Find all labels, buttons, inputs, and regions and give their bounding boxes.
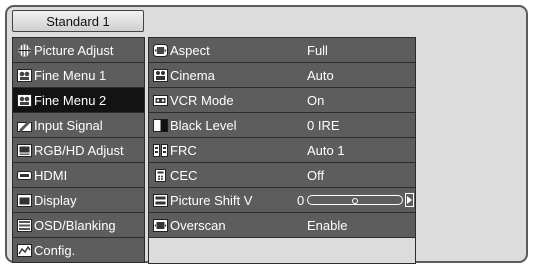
submenu-empty-area [149, 238, 415, 263]
vcr-mode-icon [152, 93, 168, 107]
sidebar-item-osd-blanking[interactable]: OSD/Blanking [13, 213, 144, 238]
submenu-row-cec[interactable]: CEC Off [149, 163, 415, 188]
fine-menu-icon [16, 93, 32, 107]
sidebar-item-config[interactable]: Config. [13, 238, 144, 262]
sidebar-item-fine-menu-1[interactable]: Fine Menu 1 [13, 63, 144, 88]
submenu-label: FRC [170, 142, 197, 158]
sidebar-item-label: HDMI [34, 167, 68, 183]
submenu-value: Auto [307, 67, 334, 83]
submenu-row-vcr-mode[interactable]: VCR Mode On [149, 88, 415, 113]
hdmi-icon [16, 168, 32, 182]
config-icon [16, 243, 32, 257]
sidebar-item-label: RGB/HD Adjust [34, 142, 124, 158]
rgb-hd-adjust-icon [16, 143, 32, 157]
submenu-label: CEC [170, 167, 198, 183]
sidebar-item-label: Input Signal [34, 117, 103, 133]
sidebar-item-label: Config. [34, 242, 76, 258]
submenu-value: Auto 1 [307, 142, 345, 158]
picture-adjust-icon [16, 43, 32, 57]
profile-button-label: Standard 1 [46, 13, 110, 29]
submenu-row-cinema[interactable]: Cinema Auto [149, 63, 415, 88]
overscan-icon [152, 218, 168, 232]
input-signal-icon [16, 118, 32, 132]
sidebar-item-display[interactable]: Display [13, 188, 144, 213]
submenu-label: Picture Shift V [170, 192, 253, 208]
submenu-label: Overscan [170, 217, 226, 233]
cec-icon [152, 168, 168, 182]
osd-blanking-icon [16, 218, 32, 232]
cinema-icon [152, 68, 168, 82]
aspect-icon [152, 43, 168, 57]
sidebar-item-input-signal[interactable]: Input Signal [13, 113, 144, 138]
slider-right-arrow[interactable] [405, 193, 414, 207]
sidebar-item-label: OSD/Blanking [34, 217, 116, 233]
main-menu-sidebar: Picture Adjust Fine Menu 1 Fine Menu 2 I… [12, 37, 145, 263]
submenu-row-aspect[interactable]: Aspect Full [149, 38, 415, 63]
sidebar-item-label: Fine Menu 1 [34, 67, 107, 83]
submenu-row-picture-shift-v[interactable]: Picture Shift V 0 [149, 188, 415, 213]
sidebar-item-label: Picture Adjust [34, 42, 114, 58]
fine-menu-icon [16, 68, 32, 82]
sidebar-item-picture-adjust[interactable]: Picture Adjust [13, 38, 144, 63]
picture-shift-slider[interactable] [307, 195, 403, 205]
picture-shift-icon [152, 193, 168, 207]
submenu-value: Off [307, 167, 325, 183]
black-level-icon [152, 118, 168, 132]
slider-value: 0 [297, 192, 305, 208]
fine-menu-2-panel: Aspect Full Cinema Auto VCR Mode On Blac… [148, 37, 416, 264]
display-icon [16, 193, 32, 207]
submenu-row-overscan[interactable]: Overscan Enable [149, 213, 415, 238]
sidebar-item-fine-menu-2[interactable]: Fine Menu 2 [13, 88, 144, 113]
sidebar-item-rgb-hd-adjust[interactable]: RGB/HD Adjust [13, 138, 144, 163]
submenu-value: 0 IRE [307, 117, 340, 133]
submenu-label: Aspect [170, 42, 210, 58]
submenu-row-frc[interactable]: FRC Auto 1 [149, 138, 415, 163]
submenu-label: Cinema [170, 67, 215, 83]
submenu-label: VCR Mode [170, 92, 234, 108]
sidebar-item-hdmi[interactable]: HDMI [13, 163, 144, 188]
submenu-row-black-level[interactable]: Black Level 0 IRE [149, 113, 415, 138]
sidebar-item-label: Display [34, 192, 77, 208]
profile-button[interactable]: Standard 1 [12, 10, 144, 32]
submenu-label: Black Level [170, 117, 237, 133]
frc-icon [152, 143, 168, 157]
submenu-value: Full [307, 42, 328, 58]
sidebar-item-label: Fine Menu 2 [34, 92, 107, 108]
submenu-value: On [307, 92, 325, 108]
submenu-value: Enable [307, 217, 348, 233]
slider-knob[interactable] [352, 198, 358, 204]
